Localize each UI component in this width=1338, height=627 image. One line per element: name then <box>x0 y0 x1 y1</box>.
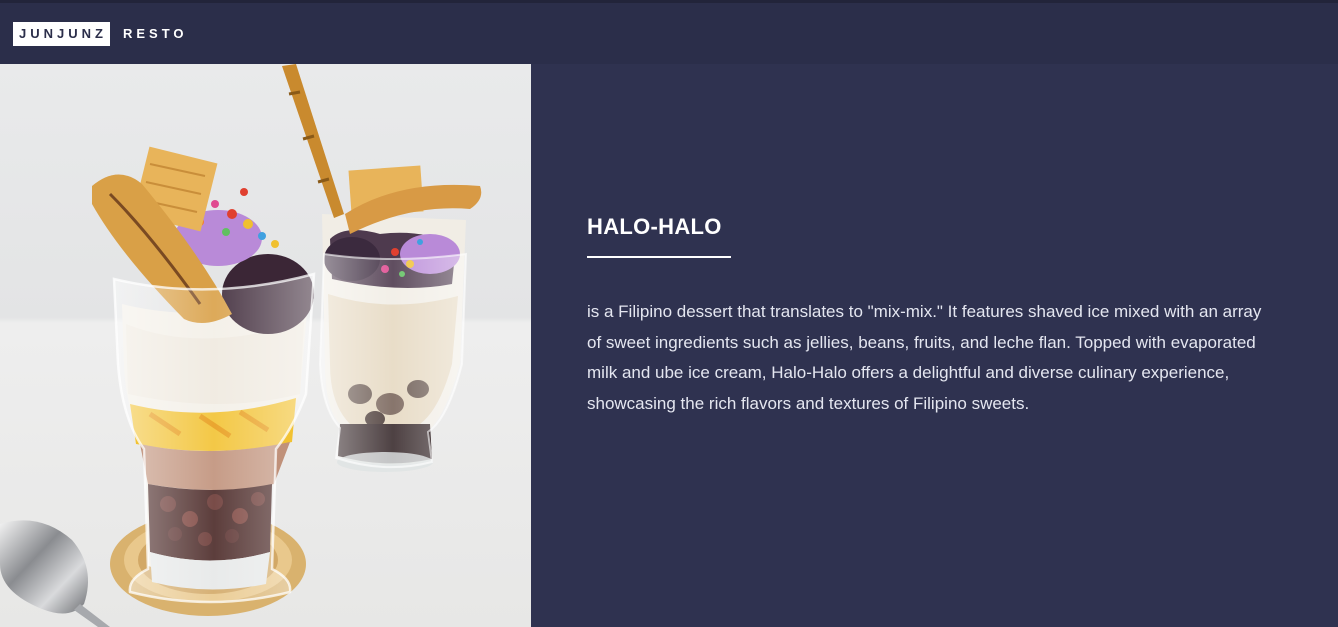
brand-logo-link[interactable]: JUNJUNZ RESTO <box>13 22 188 46</box>
brand-label: RESTO <box>122 26 188 41</box>
brand-box-label: JUNJUNZ <box>13 22 110 46</box>
hero-image <box>0 64 531 627</box>
dish-title: HALO-HALO <box>587 214 722 239</box>
hero-content: HALO-HALO is a Filipino dessert that tra… <box>531 64 1338 627</box>
navbar: JUNJUNZ RESTO <box>0 3 1338 64</box>
dish-description: is a Filipino dessert that translates to… <box>587 302 1262 413</box>
title-underline <box>587 256 731 258</box>
